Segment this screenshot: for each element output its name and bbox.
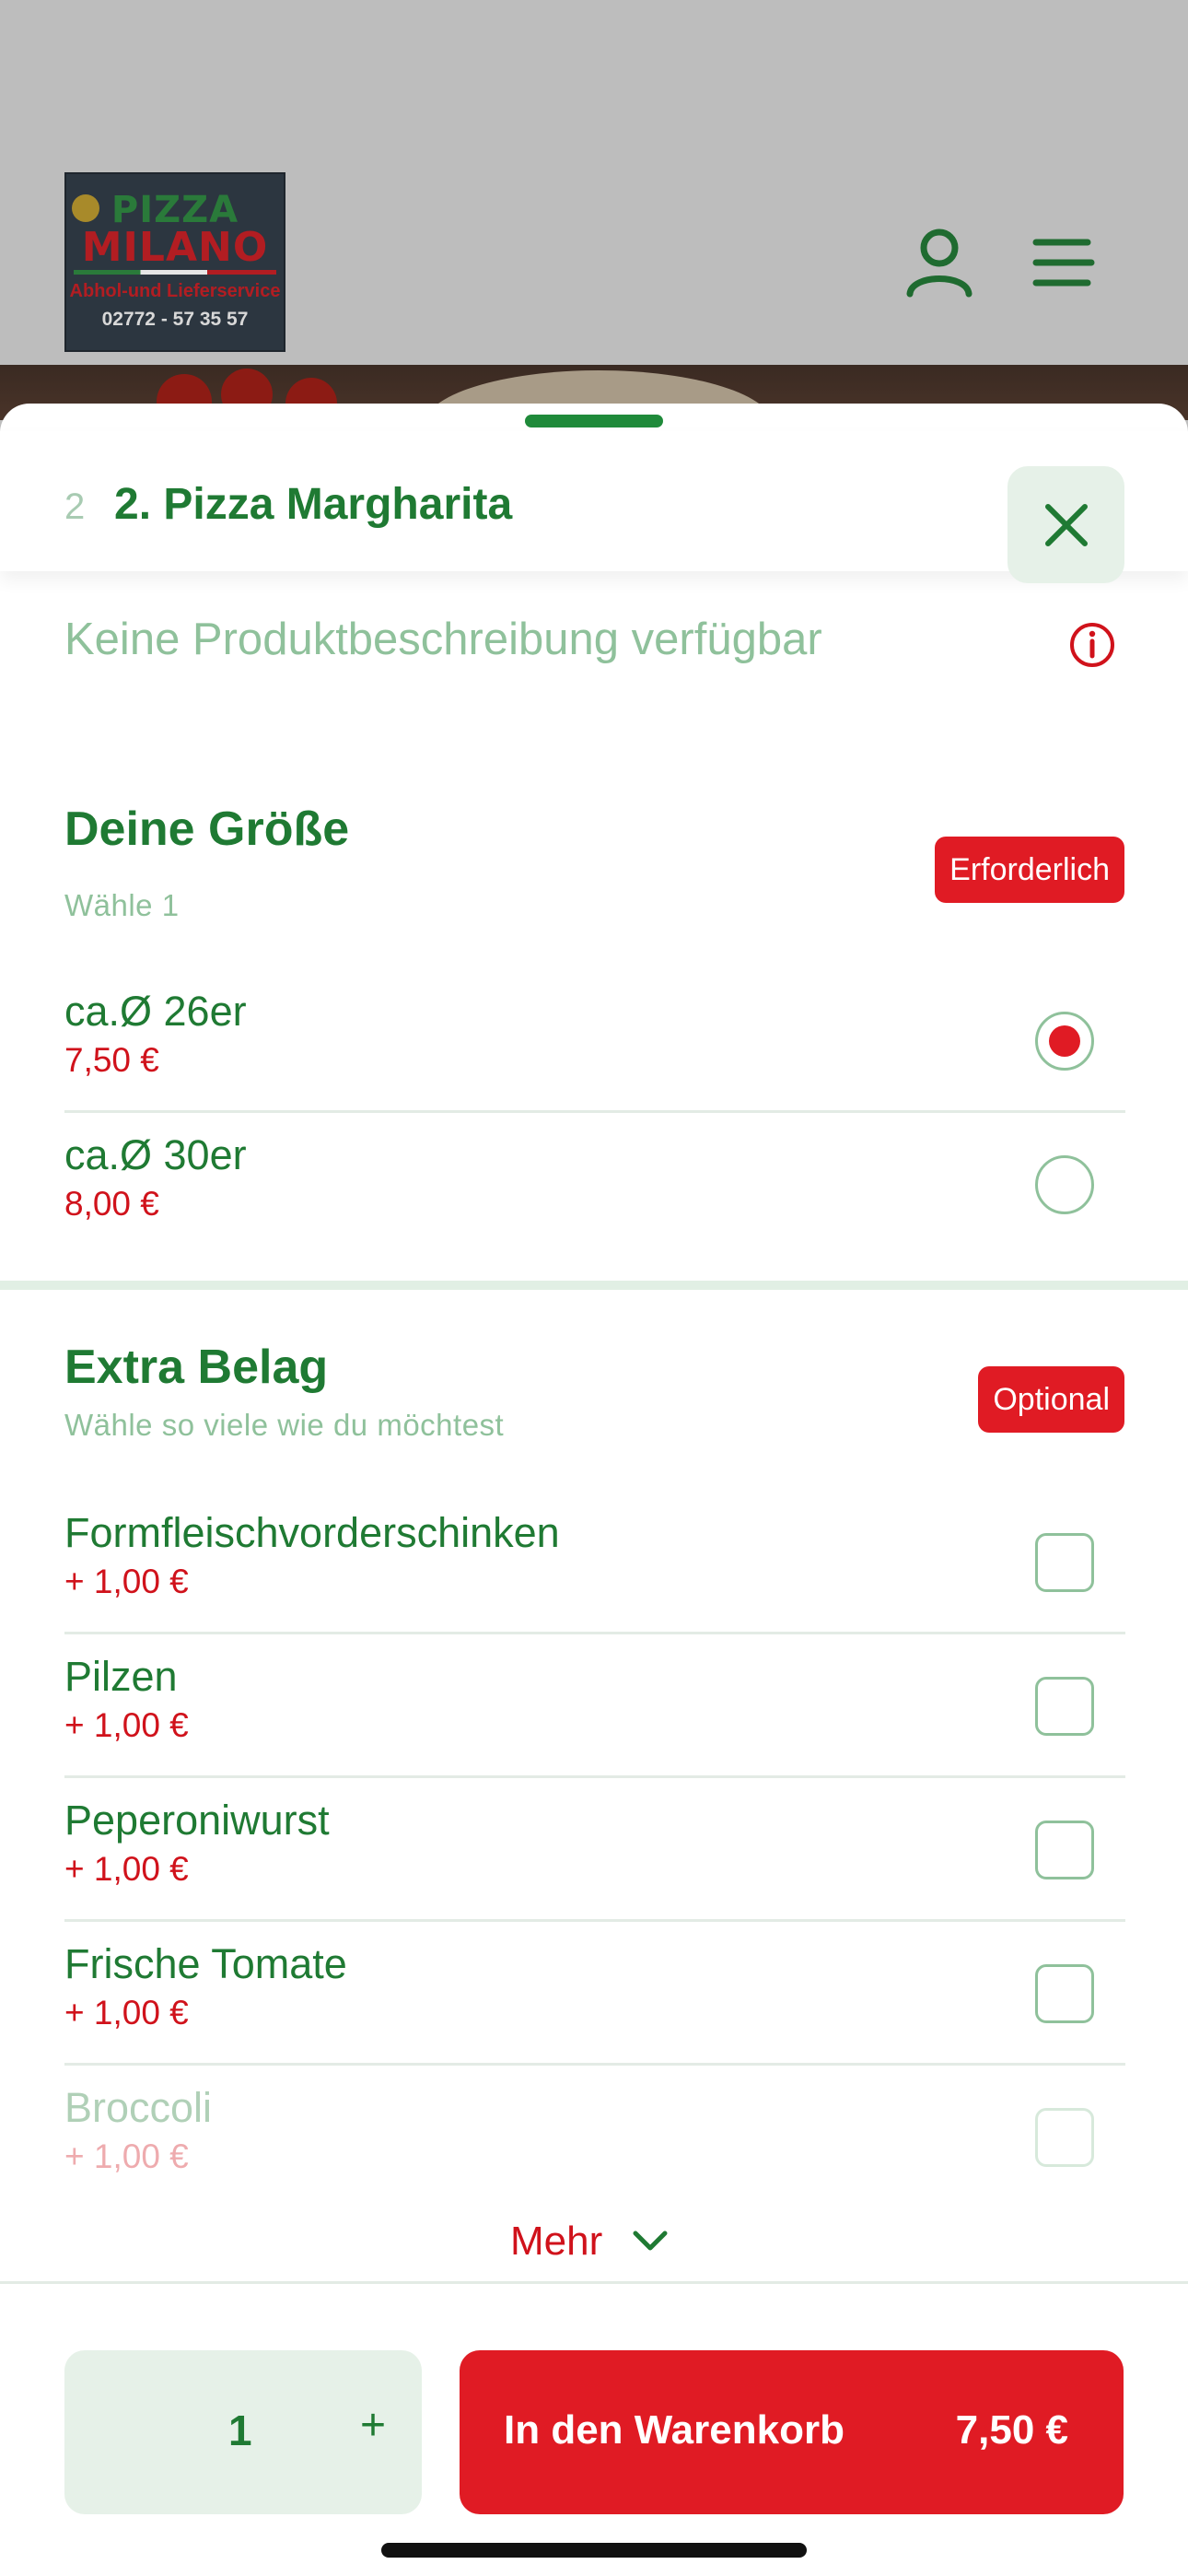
logo-line-2: MILANO: [81, 224, 269, 271]
option-price: + 1,00 €: [64, 2137, 189, 2175]
option-price: + 1,00 €: [64, 1706, 189, 1744]
extra-checkbox[interactable]: [1035, 2108, 1094, 2167]
plus-button[interactable]: +: [341, 2400, 405, 2465]
extra-option[interactable]: Peperoniwurst + 1,00 €: [64, 1778, 1125, 1922]
size-option[interactable]: ca.Ø 30er 8,00 €: [64, 1113, 1125, 1257]
option-price: 8,00 €: [64, 1185, 159, 1223]
size-option[interactable]: ca.Ø 26er 7,50 €: [64, 969, 1125, 1113]
section-divider: [0, 1281, 1188, 1290]
size-section-subtitle: Wähle 1: [64, 888, 180, 922]
more-label: Mehr: [510, 2219, 603, 2264]
quantity-value: 1: [228, 2406, 252, 2454]
option-name: Formfleischvorderschinken: [64, 1509, 560, 1556]
size-radio-selected[interactable]: [1035, 1012, 1094, 1071]
logo-line-3: Abhol-und Lieferservice: [69, 281, 281, 301]
option-name: Broccoli: [64, 2084, 213, 2131]
extra-checkbox[interactable]: [1035, 1533, 1094, 1592]
extra-option[interactable]: Formfleischvorderschinken + 1,00 €: [64, 1491, 1125, 1634]
more-button[interactable]: Mehr: [479, 2209, 709, 2274]
option-name: ca.Ø 30er: [64, 1131, 247, 1178]
option-name: ca.Ø 26er: [64, 988, 247, 1035]
option-name: Pilzen: [64, 1653, 178, 1700]
extra-option[interactable]: Pilzen + 1,00 €: [64, 1634, 1125, 1778]
menu-icon[interactable]: [1027, 226, 1101, 299]
product-description: Keine Produktbeschreibung verfügbar: [64, 615, 822, 664]
logo-stripe: [74, 270, 276, 275]
radio-dot: [1049, 1025, 1080, 1057]
extra-checkbox[interactable]: [1035, 1821, 1094, 1879]
logo-phone: 02772 - 57 35 57: [101, 309, 249, 330]
option-name: Peperoniwurst: [64, 1797, 330, 1844]
cart-label: In den Warenkorb: [504, 2407, 844, 2453]
option-price: + 1,00 €: [64, 1994, 189, 2032]
restaurant-logo[interactable]: PIZZA MILANO Abhol-und Lieferservice 027…: [64, 172, 285, 352]
extra-section-title: Extra Belag: [64, 1341, 329, 1394]
extra-checkbox[interactable]: [1035, 1677, 1094, 1736]
item-title: 2. Pizza Margharita: [114, 480, 513, 529]
extra-option[interactable]: Frische Tomate + 1,00 €: [64, 1922, 1125, 2066]
quantity-stepper[interactable]: 1 +: [64, 2350, 422, 2514]
required-badge: Erforderlich: [935, 837, 1124, 903]
close-button[interactable]: [1007, 466, 1124, 583]
close-icon: [1045, 504, 1088, 546]
sheet-grabber[interactable]: [525, 415, 663, 427]
option-price: + 1,00 €: [64, 1563, 189, 1600]
option-price: + 1,00 €: [64, 1850, 189, 1888]
chevron-down-icon: [633, 2231, 668, 2251]
order-bar: 1 + In den Warenkorb 7,50 €: [0, 2281, 1188, 2576]
sheet-header: 2 2. Pizza Margharita: [0, 431, 1188, 583]
user-icon[interactable]: [903, 226, 976, 299]
add-to-cart-button[interactable]: In den Warenkorb 7,50 €: [460, 2350, 1124, 2514]
size-section-title: Deine Größe: [64, 802, 350, 856]
extra-section-subtitle: Wähle so viele wie du möchtest: [64, 1408, 505, 1442]
cart-amount: 7,50 €: [955, 2407, 1068, 2453]
info-icon[interactable]: [1068, 621, 1116, 669]
home-indicator: [381, 2543, 807, 2558]
extra-option[interactable]: Broccoli + 1,00 €: [64, 2066, 1125, 2209]
item-number: 2: [64, 486, 86, 527]
option-price: 7,50 €: [64, 1041, 159, 1079]
app-header: PIZZA MILANO Abhol-und Lieferservice 027…: [0, 0, 1188, 367]
option-name: Frische Tomate: [64, 1940, 347, 1987]
size-radio[interactable]: [1035, 1155, 1094, 1214]
product-sheet: 2 2. Pizza Margharita Keine Produktbesch…: [0, 404, 1188, 2576]
extra-checkbox[interactable]: [1035, 1964, 1094, 2023]
optional-badge: Optional: [978, 1366, 1124, 1433]
